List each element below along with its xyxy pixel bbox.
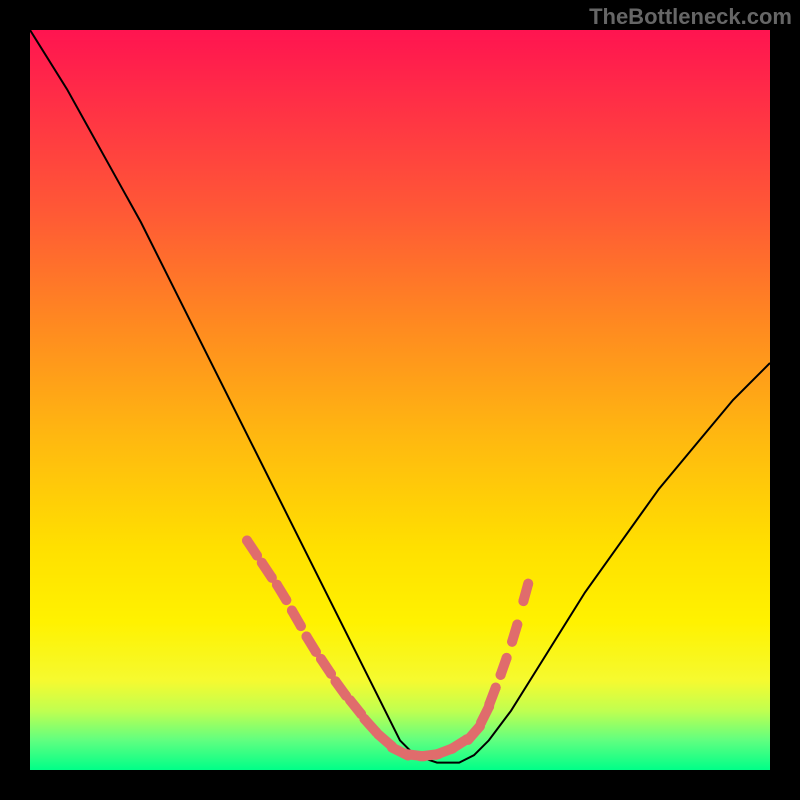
marker-dot <box>302 632 312 642</box>
marker-dot <box>345 695 355 705</box>
marker-dot <box>512 620 522 630</box>
marker-dot <box>484 699 494 709</box>
marker-dot <box>272 580 282 590</box>
marker-dot <box>316 654 326 664</box>
marker-dot <box>242 536 252 546</box>
marker-dot <box>491 683 501 693</box>
marker-dot <box>387 743 397 753</box>
marker-dot <box>496 670 506 680</box>
marker-dot <box>507 637 517 647</box>
watermark-text: TheBottleneck.com <box>589 4 792 30</box>
marker-dot <box>523 579 533 589</box>
marker-dot <box>257 558 267 568</box>
highlight-markers <box>242 536 533 762</box>
marker-dot <box>416 751 426 761</box>
marker-dot <box>296 621 306 631</box>
marker-dot <box>359 714 369 724</box>
marker-dot <box>518 596 528 606</box>
marker-dot <box>502 653 512 663</box>
marker-dot <box>281 595 291 605</box>
marker-dot <box>401 749 411 759</box>
marker-dot <box>287 606 297 616</box>
bottleneck-curve <box>30 30 770 763</box>
marker-dot <box>331 676 341 686</box>
marker-dot <box>476 718 486 728</box>
marker-dot <box>373 730 383 740</box>
marker-dot <box>431 750 441 760</box>
plot-area <box>30 30 770 770</box>
marker-dot <box>463 735 473 745</box>
chart-svg <box>30 30 770 770</box>
marker-dot <box>447 744 457 754</box>
